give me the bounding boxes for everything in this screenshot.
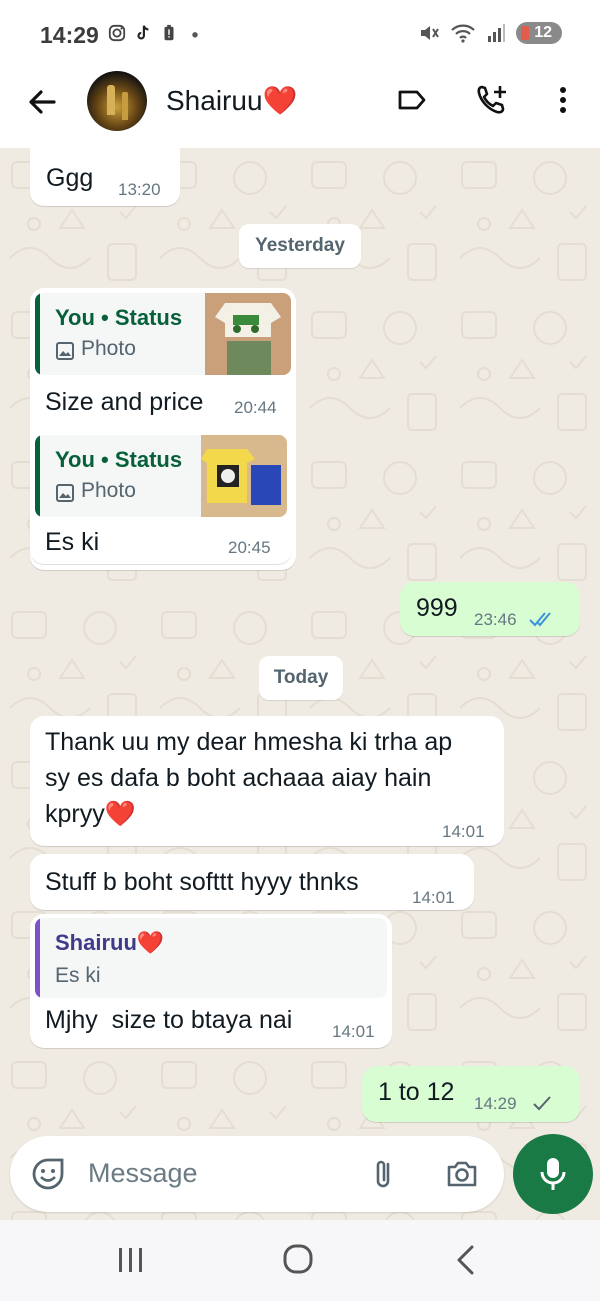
recents-icon[interactable] bbox=[110, 1242, 150, 1278]
message-bubble-incoming[interactable]: Stuff b boht softtt hyyy thnks 14:01 bbox=[30, 854, 474, 910]
signal-icon bbox=[488, 24, 506, 42]
sticker-emoji-icon[interactable] bbox=[30, 1156, 66, 1192]
message-input[interactable]: Message bbox=[88, 1158, 198, 1189]
status-notification-icons bbox=[108, 22, 204, 44]
paperclip-icon[interactable] bbox=[366, 1156, 402, 1192]
status-thumbnail bbox=[205, 293, 291, 375]
message-bubble-outgoing[interactable]: 1 to 12 14:29 bbox=[362, 1066, 580, 1122]
quote-subtitle: Es ki bbox=[55, 964, 101, 987]
message-bubble-incoming[interactable]: Shairuu❤️ Es ki Mjhy size to btaya nai 1… bbox=[30, 914, 392, 1048]
message-time: 23:46 bbox=[474, 610, 517, 629]
date-chip-today: Today bbox=[259, 656, 343, 700]
status-quote[interactable]: You • Status Photo bbox=[35, 293, 291, 375]
message-time: 13:20 bbox=[118, 180, 161, 199]
quote-title: You • Status bbox=[55, 447, 183, 472]
voice-record-button[interactable] bbox=[513, 1134, 593, 1214]
date-chip-yesterday: Yesterday bbox=[239, 224, 361, 268]
message-time: 14:01 bbox=[412, 888, 455, 907]
message-text: 1 to 12 bbox=[378, 1078, 455, 1106]
message-text: Size and price bbox=[45, 388, 204, 416]
double-check-read-icon bbox=[529, 612, 551, 627]
single-check-sent-icon bbox=[533, 1096, 551, 1111]
quote-title: Shairuu❤️ bbox=[55, 930, 165, 955]
message-time: 14:01 bbox=[332, 1022, 375, 1041]
more-vertical-icon[interactable] bbox=[545, 82, 581, 118]
message-text: Stuff b boht softtt hyyy thnks bbox=[45, 868, 359, 896]
message-time: 20:44 bbox=[234, 398, 277, 417]
tiktok-icon bbox=[137, 25, 149, 40]
dot-icon bbox=[192, 32, 198, 38]
message-text: Thank uu my dear hmesha ki trha ap sy es… bbox=[45, 728, 453, 828]
quote-title: You • Status bbox=[55, 305, 183, 330]
contact-name[interactable]: Shairuu❤️ bbox=[166, 84, 297, 117]
status-bar: 14:29 12 bbox=[0, 0, 600, 68]
instagram-icon bbox=[108, 24, 126, 42]
chat-header: Shairuu❤️ bbox=[0, 68, 600, 148]
status-system-icons: 12 bbox=[418, 22, 562, 44]
status-quote[interactable]: You • Status Photo bbox=[35, 435, 287, 517]
message-time: 14:29 bbox=[474, 1094, 517, 1113]
mute-icon bbox=[421, 26, 440, 40]
photo-icon bbox=[56, 342, 74, 360]
microphone-icon bbox=[540, 1158, 566, 1190]
home-icon[interactable] bbox=[277, 1242, 317, 1278]
status-thumbnail bbox=[201, 435, 287, 517]
system-navigation-bar bbox=[0, 1220, 600, 1301]
chat-area[interactable]: Ggg 13:20 Yesterday You • Status Photo S… bbox=[0, 148, 600, 1220]
message-time: 20:45 bbox=[228, 538, 271, 557]
photo-icon bbox=[56, 484, 74, 502]
message-text: Mjhy size to btaya nai bbox=[45, 1006, 293, 1034]
message-bubble-incoming[interactable]: You • Status Photo Es ki 20:45 bbox=[30, 430, 292, 564]
quote-accent-bar bbox=[35, 918, 40, 998]
quote-accent-bar bbox=[35, 293, 40, 375]
nav-back-icon[interactable] bbox=[446, 1242, 486, 1278]
battery-alert-icon bbox=[164, 24, 174, 41]
add-call-icon[interactable] bbox=[474, 82, 510, 118]
camera-icon[interactable] bbox=[444, 1156, 480, 1192]
battery-indicator: 12 bbox=[516, 22, 562, 44]
message-bubble-incoming[interactable]: Ggg 13:20 bbox=[30, 148, 180, 206]
label-tag-icon[interactable] bbox=[394, 82, 430, 118]
message-bubble-incoming[interactable]: Thank uu my dear hmesha ki trha ap sy es… bbox=[30, 716, 504, 846]
message-time: 14:01 bbox=[442, 822, 485, 841]
message-text: Ggg bbox=[46, 164, 94, 192]
status-time: 14:29 bbox=[40, 22, 99, 48]
message-composer[interactable]: Message bbox=[10, 1136, 504, 1212]
reply-quote[interactable]: Shairuu❤️ Es ki bbox=[35, 918, 387, 998]
avatar[interactable] bbox=[87, 71, 147, 131]
wifi-icon bbox=[451, 24, 475, 43]
quote-accent-bar bbox=[35, 435, 40, 517]
message-bubble-outgoing[interactable]: 999 23:46 bbox=[400, 582, 580, 636]
message-text: 999 bbox=[416, 594, 458, 622]
message-text: Es ki bbox=[45, 528, 100, 556]
arrow-left-icon[interactable] bbox=[24, 84, 60, 120]
